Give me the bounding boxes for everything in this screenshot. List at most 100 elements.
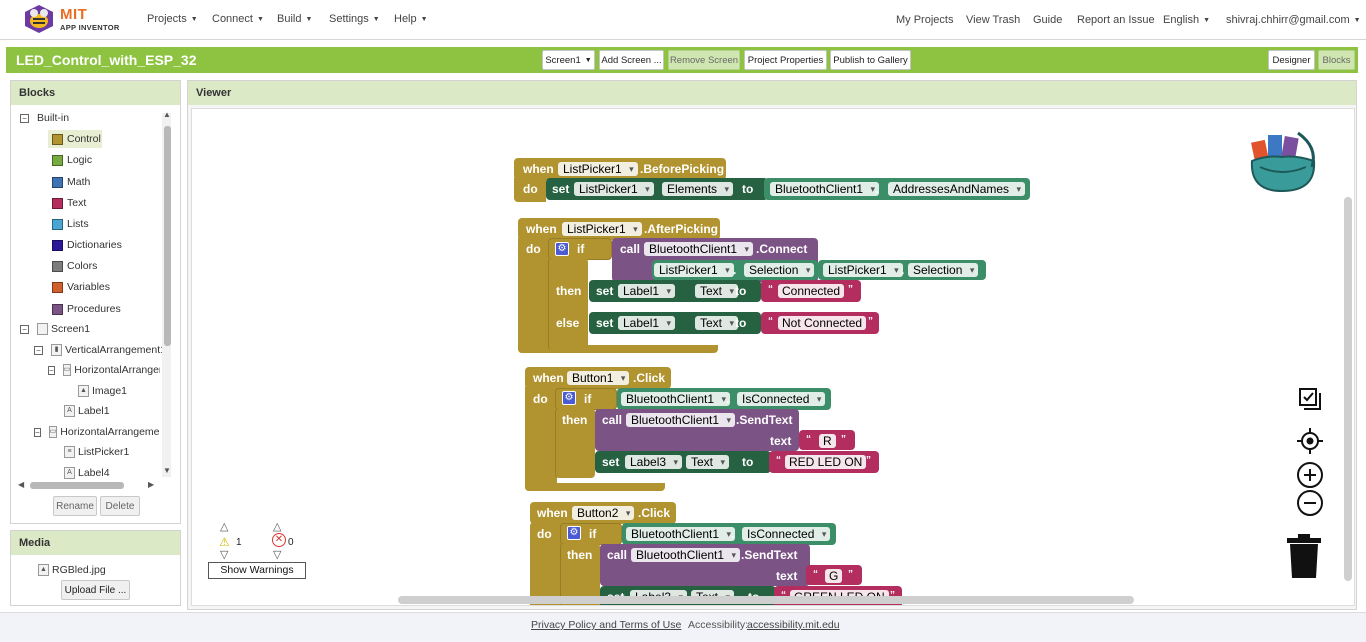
menu-connect[interactable]: Connect ▼ <box>212 13 264 25</box>
cleanup-checklist-icon[interactable] <box>1297 386 1323 412</box>
component-dropdown[interactable]: Button2 <box>572 506 635 520</box>
collapse-icon[interactable]: − <box>20 324 29 334</box>
drawer-logic[interactable]: Logic <box>52 152 92 168</box>
drawer-text[interactable]: Text <box>52 195 86 211</box>
tree-image1[interactable]: ▲ Image1 <box>78 383 127 399</box>
error-up-arrow-icon[interactable]: △ <box>273 520 281 533</box>
component-dropdown[interactable]: BluetoothClient1 <box>770 182 880 196</box>
warning-up-arrow-icon[interactable]: △ <box>220 520 228 533</box>
property-dropdown[interactable]: IsConnected <box>737 392 826 406</box>
property-dropdown[interactable]: Text <box>695 316 739 330</box>
menu-settings[interactable]: Settings ▼ <box>329 13 380 25</box>
rename-button[interactable]: Rename <box>53 496 97 516</box>
component-dropdown[interactable]: Button1 <box>567 371 630 385</box>
gear-icon[interactable]: ⚙ <box>567 526 581 540</box>
property-dropdown[interactable]: Text <box>686 455 730 469</box>
menu-build[interactable]: Build ▼ <box>277 13 312 25</box>
tree-builtin[interactable]: − Built-in <box>20 110 69 126</box>
property-dropdown[interactable]: Elements <box>662 182 734 196</box>
drawer-variables[interactable]: Variables <box>52 279 110 295</box>
component-dropdown[interactable]: BluetoothClient1 <box>631 548 741 562</box>
link-view-trash[interactable]: View Trash <box>966 14 1020 26</box>
property-dropdown[interactable]: Selection <box>744 263 815 277</box>
property-dropdown[interactable]: Text <box>695 284 739 298</box>
scroll-right-icon[interactable]: ▶ <box>148 480 154 489</box>
drawer-dictionaries[interactable]: Dictionaries <box>52 237 122 253</box>
designer-button[interactable]: Designer <box>1268 50 1315 70</box>
workspace-horizontal-scrollbar[interactable] <box>398 596 1134 604</box>
component-dropdown[interactable]: ListPicker1 <box>654 263 734 277</box>
blocks-button[interactable]: Blocks <box>1318 50 1355 70</box>
text-literal[interactable]: G <box>825 569 843 583</box>
menu-language[interactable]: English ▼ <box>1163 14 1210 26</box>
component-dropdown[interactable]: BluetoothClient1 <box>644 242 754 256</box>
component-dropdown[interactable]: Label1 <box>618 316 676 330</box>
collapse-icon[interactable]: − <box>48 365 55 375</box>
text-literal[interactable]: Not Connected <box>778 316 867 330</box>
collapse-icon[interactable]: − <box>20 113 29 123</box>
accessibility-link[interactable]: accessibility.mit.edu <box>747 619 840 631</box>
tree-screen1[interactable]: − Screen1 <box>20 321 90 337</box>
screen-select[interactable]: Screen1 ▼ <box>542 50 595 70</box>
scroll-left-icon[interactable]: ◀ <box>18 480 24 489</box>
delete-button[interactable]: Delete <box>100 496 140 516</box>
menu-projects[interactable]: Projects ▼ <box>147 13 198 25</box>
remove-screen-button[interactable]: Remove Screen <box>668 50 740 70</box>
property-dropdown[interactable]: Selection <box>908 263 979 277</box>
component-dropdown[interactable]: Label3 <box>625 455 683 469</box>
drawer-lists[interactable]: Lists <box>52 216 89 232</box>
zoom-out-icon[interactable] <box>1296 489 1324 517</box>
trash-icon[interactable] <box>1284 532 1324 580</box>
publish-gallery-button[interactable]: Publish to Gallery <box>830 50 911 70</box>
tree-label1[interactable]: A Label1 <box>64 403 110 419</box>
link-my-projects[interactable]: My Projects <box>896 14 953 26</box>
blocks-workspace[interactable]: when ListPicker1 .BeforePicking do set L… <box>191 108 1355 606</box>
component-dropdown[interactable]: BluetoothClient1 <box>621 392 731 406</box>
drawer-procedures[interactable]: Procedures <box>52 301 121 317</box>
tree-vertical-arrangement1[interactable]: − ▮ VerticalArrangement1 <box>34 342 166 358</box>
collapse-icon[interactable]: − <box>34 345 43 355</box>
add-screen-button[interactable]: Add Screen ... <box>599 50 664 70</box>
tree-horizontal-arrangement1[interactable]: −▭HorizontalArrangement1 <box>48 362 160 378</box>
tree-scrollbar-thumb[interactable] <box>164 126 171 346</box>
tree-label4[interactable]: A Label4 <box>64 465 110 481</box>
gear-icon[interactable]: ⚙ <box>555 242 569 256</box>
scroll-down-icon[interactable]: ▼ <box>163 466 171 475</box>
recenter-target-icon[interactable] <box>1296 427 1324 455</box>
menu-help[interactable]: Help ▼ <box>394 13 428 25</box>
warning-down-arrow-icon[interactable]: ▽ <box>220 548 228 561</box>
property-dropdown[interactable]: AddressesAndNames <box>888 182 1026 196</box>
component-dropdown[interactable]: ListPicker1 <box>574 182 654 196</box>
component-dropdown[interactable]: Label1 <box>618 284 676 298</box>
component-dropdown[interactable]: ListPicker1 <box>558 162 638 176</box>
link-guide[interactable]: Guide <box>1033 14 1062 26</box>
link-report-issue[interactable]: Report an Issue <box>1077 14 1155 26</box>
menu-account[interactable]: shivraj.chhirr@gmail.com ▼ <box>1226 14 1361 26</box>
component-dropdown[interactable]: ListPicker1 <box>823 263 903 277</box>
drawer-colors[interactable]: Colors <box>52 258 97 274</box>
app-inventor-logo[interactable]: MIT APP INVENTOR <box>22 4 132 34</box>
drawer-control[interactable]: Control <box>52 131 101 147</box>
collapse-icon[interactable]: − <box>34 427 41 437</box>
text-literal[interactable]: R <box>819 434 836 448</box>
text-literal[interactable]: Connected <box>778 284 845 298</box>
backpack-icon[interactable] <box>1246 127 1320 195</box>
component-dropdown[interactable]: BluetoothClient1 <box>626 527 736 541</box>
upload-file-button[interactable]: Upload File ... <box>61 580 130 600</box>
media-file-item[interactable]: ▲ RGBled.jpg <box>38 562 106 578</box>
workspace-vertical-scrollbar[interactable] <box>1344 197 1352 581</box>
project-properties-button[interactable]: Project Properties <box>744 50 827 70</box>
tree-horizontal-arrangement2[interactable]: −▭HorizontalArrangement2 <box>34 424 160 440</box>
scroll-up-icon[interactable]: ▲ <box>163 110 171 119</box>
privacy-link[interactable]: Privacy Policy and Terms of Use <box>531 619 681 631</box>
gear-icon[interactable]: ⚙ <box>562 391 576 405</box>
drawer-math[interactable]: Math <box>52 174 90 190</box>
text-literal[interactable]: RED LED ON <box>785 455 867 469</box>
zoom-in-icon[interactable] <box>1296 461 1324 489</box>
show-warnings-button[interactable]: Show Warnings <box>208 562 306 579</box>
component-dropdown[interactable]: ListPicker1 <box>562 222 642 236</box>
tree-horizontal-scrollbar-thumb[interactable] <box>30 482 124 489</box>
property-dropdown[interactable]: IsConnected <box>742 527 831 541</box>
component-dropdown[interactable]: BluetoothClient1 <box>626 413 736 427</box>
tree-listpicker1[interactable]: ≡ ListPicker1 <box>64 444 129 460</box>
